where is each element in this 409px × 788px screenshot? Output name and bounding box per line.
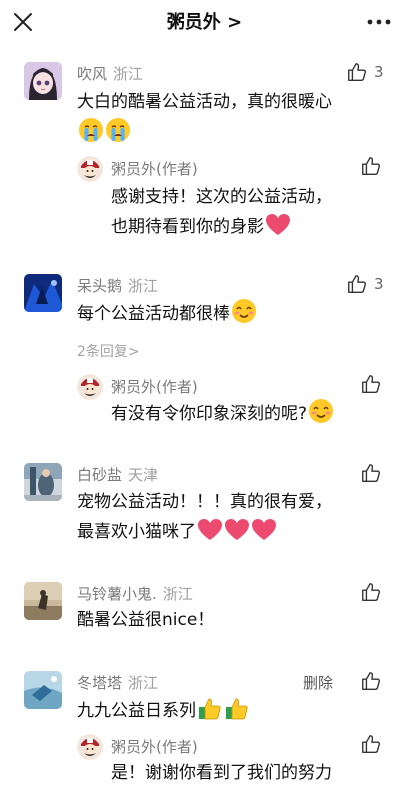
commenter-location: 浙江	[113, 65, 144, 83]
author-avatar[interactable]	[77, 156, 103, 182]
crying-face-icon	[105, 117, 131, 153]
view-more-replies-link[interactable]: 2条回复>	[77, 341, 140, 361]
author-name[interactable]: 粥员外(作者)	[111, 378, 198, 396]
comment-text[interactable]: 九九公益日系列	[77, 701, 196, 721]
heart-eyes-emoji-icon	[231, 298, 257, 334]
commenter-location: 浙江	[128, 277, 159, 295]
like-button[interactable]	[360, 581, 382, 603]
avatar[interactable]	[24, 582, 62, 620]
thumbs-up-icon	[360, 155, 382, 177]
avatar[interactable]	[24, 671, 62, 709]
thumbs-up-icon	[360, 373, 382, 395]
author-avatar[interactable]	[77, 734, 103, 760]
like-button[interactable]	[360, 155, 382, 177]
comment-text[interactable]: 大白的酷暑公益活动，真的很暖心	[77, 87, 397, 117]
avatar[interactable]	[24, 62, 62, 100]
commenter-name[interactable]: 冬塔塔	[77, 674, 122, 692]
crying-emoji-pair	[77, 117, 397, 147]
thumbs-up-icon	[360, 462, 382, 484]
author-name[interactable]: 粥员外(作者)	[111, 738, 198, 756]
red-heart-icon	[251, 518, 277, 552]
author-name[interactable]: 粥员外(作者)	[111, 160, 198, 178]
like-button[interactable]: 3	[346, 273, 384, 295]
delete-button[interactable]: 删除	[303, 672, 333, 693]
heart-eyes-emoji-icon	[308, 398, 334, 434]
top-bar: 粥员外 >	[0, 0, 409, 44]
comment-text[interactable]: 酷暑公益很nice！	[77, 605, 397, 635]
reply-text[interactable]: 感谢支持！这次的公益活动，	[111, 182, 401, 212]
crying-face-icon	[78, 117, 104, 153]
commenter-location: 浙江	[162, 585, 193, 603]
comment-text[interactable]: 每个公益活动都很棒	[77, 304, 230, 324]
like-count: 3	[374, 63, 384, 81]
thumbs-up-icon	[346, 61, 368, 83]
commenter-name[interactable]: 呆头鹅	[77, 277, 122, 295]
thumbs-up-emoji-icon	[224, 695, 250, 731]
like-button[interactable]: 3	[346, 61, 384, 83]
commenter-name[interactable]: 马铃薯小鬼.	[77, 585, 157, 603]
thumbs-up-icon	[360, 581, 382, 603]
comment-text[interactable]: 宠物公益活动！！！真的很有爱，	[77, 487, 401, 517]
thumbs-up-icon	[360, 670, 382, 692]
reply-text[interactable]: 是！谢谢你看到了我们的努力	[111, 758, 407, 788]
reply-text[interactable]: 有没有令你印象深刻的呢?	[111, 404, 307, 424]
author-avatar[interactable]	[77, 374, 103, 400]
avatar[interactable]	[24, 274, 62, 312]
commenter-name[interactable]: 白砂盐	[77, 466, 122, 484]
like-button[interactable]	[360, 373, 382, 395]
red-heart-icon	[265, 213, 291, 247]
commenter-location: 浙江	[128, 674, 159, 692]
red-heart-icon	[224, 518, 250, 552]
thumbs-up-icon	[360, 733, 382, 755]
commenter-location: 天津	[128, 466, 159, 484]
commenter-name[interactable]: 吹风	[77, 65, 107, 83]
more-icon[interactable]	[367, 12, 391, 32]
like-button[interactable]	[360, 462, 382, 484]
red-heart-icon	[197, 518, 223, 552]
like-count: 3	[374, 275, 384, 293]
like-button[interactable]	[360, 733, 382, 755]
thumbs-up-icon	[346, 273, 368, 295]
comment-text[interactable]: 最喜欢小猫咪了	[77, 522, 196, 542]
like-button[interactable]	[360, 670, 382, 692]
reply-text[interactable]: 也期待看到你的身影	[111, 217, 264, 237]
avatar[interactable]	[24, 463, 62, 501]
thumbs-up-emoji-icon	[197, 695, 223, 731]
page-title[interactable]: 粥员外 >	[0, 8, 409, 34]
